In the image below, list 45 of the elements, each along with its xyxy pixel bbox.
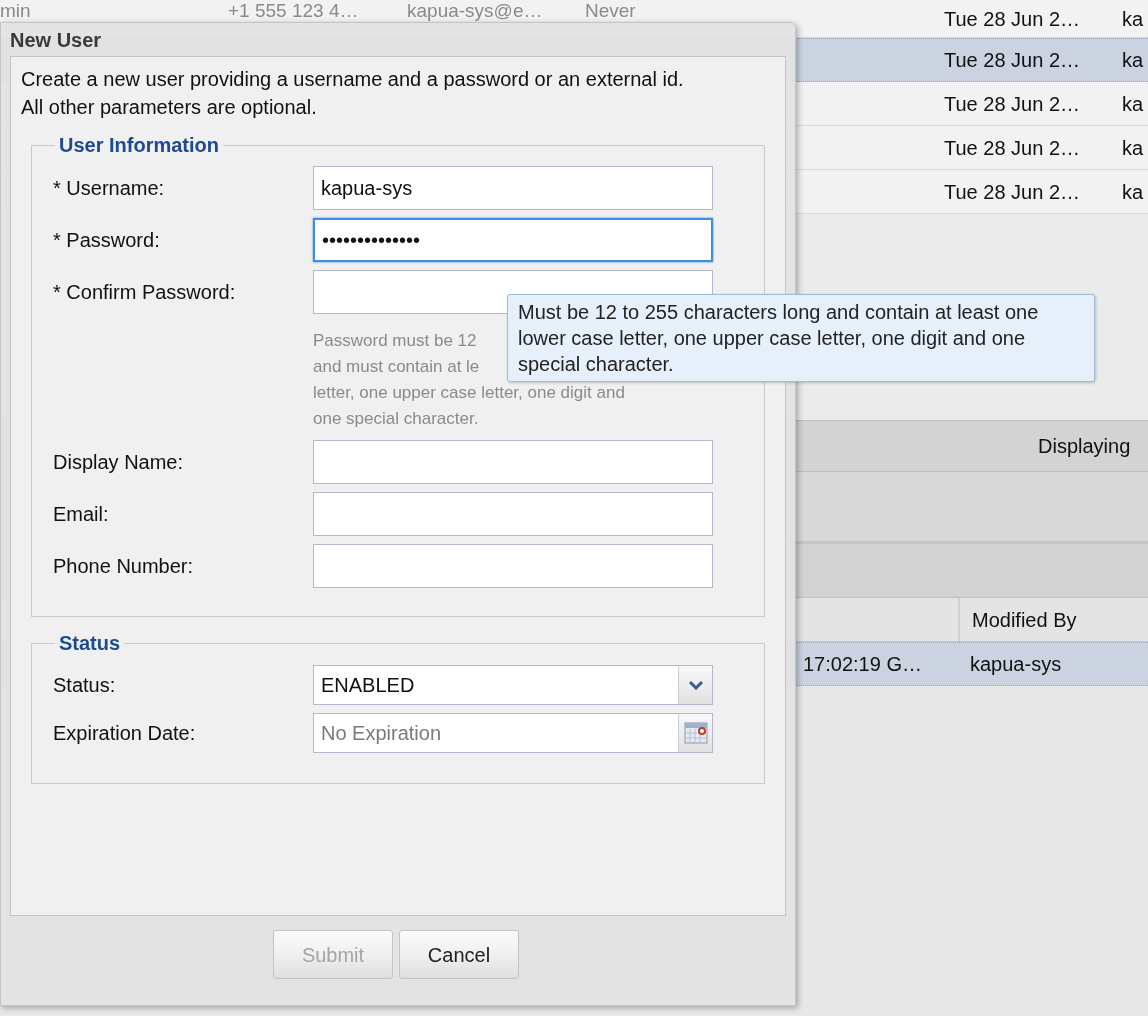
field-label: * Confirm Password: bbox=[53, 281, 236, 303]
section-title: User Information bbox=[58, 133, 221, 158]
input-field[interactable] bbox=[313, 492, 713, 536]
table-cell: Tue 28 Jun 2… bbox=[944, 180, 1080, 203]
field-label: * Password: bbox=[53, 229, 160, 251]
input-field[interactable] bbox=[313, 544, 713, 588]
table-cell: Tue 28 Jun 2… bbox=[944, 7, 1080, 30]
table-cell: 17:02:19 G… bbox=[803, 653, 922, 675]
hint-text: letter, one upper case letter, one digit and bbox=[313, 382, 625, 404]
table-cell: Tue 28 Jun 2… bbox=[944, 92, 1080, 115]
calendar-icon[interactable] bbox=[683, 721, 708, 745]
field-label: Email: bbox=[53, 503, 109, 525]
hint-text: Password must be 12 bbox=[313, 330, 477, 352]
hint-text: and must contain at le bbox=[313, 356, 480, 378]
table-cell: ka bbox=[1122, 136, 1144, 159]
field-label: Expiration Date: bbox=[53, 722, 196, 744]
table-cell: ka bbox=[1122, 180, 1144, 203]
chevron-down-icon[interactable] bbox=[688, 680, 703, 690]
column-header[interactable]: Modified By bbox=[972, 604, 1077, 635]
description-text: All other parameters are optional. bbox=[21, 95, 318, 120]
table-cell: ka bbox=[1122, 92, 1144, 115]
input-field[interactable]: •••••••••••••• bbox=[313, 218, 713, 262]
table-cell: +1 555 123 4… bbox=[228, 0, 359, 21]
hint-text: one special character. bbox=[313, 408, 479, 430]
input-field[interactable] bbox=[313, 440, 713, 484]
field-label: Phone Number: bbox=[53, 555, 194, 577]
table-cell: Never bbox=[585, 0, 636, 21]
field-label: * Username: bbox=[53, 177, 165, 199]
table-cell-text: kapua-sys bbox=[970, 652, 1062, 677]
table-cell: Tue 28 Jun 2… bbox=[944, 49, 1080, 71]
dialog-button[interactable]: Cancel bbox=[399, 930, 519, 979]
tooltip: Must be 12 to 255 characters long and contain at least one lower case letter, one upper case letter, one digit and one special character. bbox=[507, 294, 1095, 382]
paging-text: Displaying bbox=[1038, 434, 1131, 459]
section-title: Status bbox=[58, 631, 122, 656]
field-label: Display Name: bbox=[53, 451, 184, 473]
dropdown-field[interactable]: ENABLED bbox=[313, 665, 713, 705]
table-cell: kapua-sys@e… bbox=[407, 0, 543, 21]
date-field[interactable]: No Expiration bbox=[313, 713, 713, 753]
table-cell: ka bbox=[1122, 49, 1144, 71]
table-cell: Tue 28 Jun 2… bbox=[944, 136, 1080, 159]
field-label: Status: bbox=[53, 674, 116, 696]
table-cell: min bbox=[0, 0, 31, 21]
description-text: Create a new user providing a username and a password or an external id. bbox=[21, 67, 685, 92]
table-cell: ka bbox=[1122, 7, 1144, 30]
input-field[interactable]: kapua-sys bbox=[313, 166, 713, 210]
